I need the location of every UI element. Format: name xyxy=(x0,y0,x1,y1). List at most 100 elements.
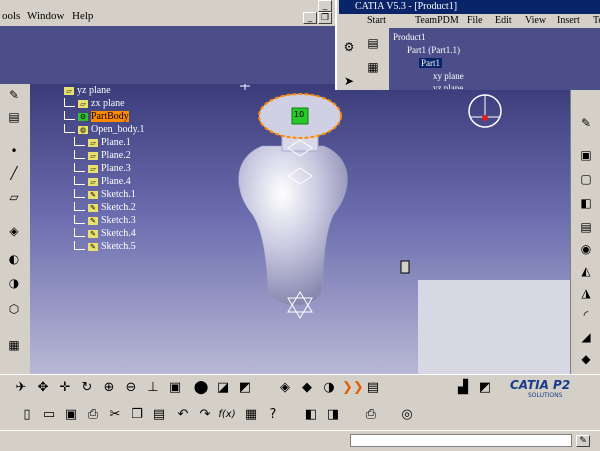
catia-product-tree: Product1 Part1 (Part1.1) Part1 xy plane … xyxy=(389,28,600,90)
menu-tools[interactable]: ools xyxy=(2,10,20,22)
wireframe-icon[interactable]: ◨ xyxy=(324,406,342,424)
tree-part[interactable]: Part1 xyxy=(419,58,442,68)
tree-item[interactable]: ✎ Sketch.2 xyxy=(74,202,136,213)
command-button[interactable]: ✎ xyxy=(576,435,590,447)
vase-body[interactable] xyxy=(238,145,348,306)
printer-setup-icon[interactable]: ⎙ xyxy=(362,406,380,424)
tree-item[interactable]: ▱ Plane.1 xyxy=(74,137,131,148)
tree-item[interactable]: ▱ zx plane xyxy=(64,98,125,109)
shell-icon[interactable]: ◆ xyxy=(576,350,596,368)
menu-tools[interactable]: To xyxy=(593,15,600,26)
menu-start[interactable]: Start xyxy=(367,15,386,26)
open-folder-icon[interactable]: ▭ xyxy=(40,406,58,424)
gear-icon[interactable]: ⚙ xyxy=(339,38,359,56)
rib-icon[interactable]: ◭ xyxy=(576,262,596,280)
fly-icon[interactable]: ✈ xyxy=(12,379,30,397)
render-style-icon[interactable]: ⬤ xyxy=(192,379,210,397)
rotate-icon[interactable]: ↻ xyxy=(78,379,96,397)
menu-file[interactable]: File xyxy=(467,15,483,26)
tree-item[interactable]: ▱ Plane.4 xyxy=(74,176,131,187)
standard-toolbar: ▯ ▭ ▣ ⎙ ✂ ❐ ▤ ↶ ↷ f(x) ▦ ? ◧ ◨ ⎙ ◎ xyxy=(0,402,600,430)
menu-edit[interactable]: Edit xyxy=(495,15,512,26)
menu-view[interactable]: View xyxy=(525,15,546,26)
analysis-icon[interactable]: ◩ xyxy=(476,379,494,397)
left-toolbar: ✎ ▤ • ╱ ▱ ◈ ◐ ◑ ⬡ ▦ xyxy=(0,84,31,374)
grey-panel xyxy=(418,280,570,374)
tree-item[interactable]: ◍ Open_body.1 xyxy=(64,124,145,135)
save-icon[interactable]: ▣ xyxy=(62,406,80,424)
shaft-icon[interactable]: ◧ xyxy=(576,194,596,212)
menu-help[interactable]: Help xyxy=(72,10,93,22)
normal-view-icon[interactable]: ⊥ xyxy=(144,379,162,397)
part-icon[interactable]: ◈ xyxy=(276,379,294,397)
loft-icon[interactable]: ⬡ xyxy=(4,300,24,318)
tree-item[interactable]: ▱ Plane.2 xyxy=(74,150,131,161)
menu-teampdm[interactable]: TeamPDM xyxy=(415,15,459,26)
sketch-icon[interactable]: ✎ xyxy=(4,86,24,104)
minimize-inner-button[interactable]: _ xyxy=(303,12,317,24)
line-icon[interactable]: ╱ xyxy=(4,164,24,182)
draft-icon[interactable]: ◢ xyxy=(576,328,596,346)
swap-space-icon[interactable]: ◩ xyxy=(236,379,254,397)
zoom-in-icon[interactable]: ⊕ xyxy=(100,379,118,397)
menu-window[interactable]: Window xyxy=(27,10,64,22)
copy-icon[interactable]: ❐ xyxy=(128,406,146,424)
views-icon[interactable]: ▣ xyxy=(166,379,184,397)
zoom-out-icon[interactable]: ⊖ xyxy=(122,379,140,397)
table-icon[interactable]: ▦ xyxy=(242,406,260,424)
marker-label: 10 xyxy=(294,110,305,119)
restore-button[interactable]: ❐ xyxy=(318,12,332,24)
material-icon[interactable]: ◆ xyxy=(298,379,316,397)
sweep-icon[interactable]: ◑ xyxy=(4,274,24,292)
command-input[interactable] xyxy=(350,434,572,447)
fit-all-icon[interactable]: ✥ xyxy=(34,379,52,397)
help-icon[interactable]: ? xyxy=(264,406,282,424)
redo-icon[interactable]: ↷ xyxy=(196,406,214,424)
tree-item[interactable]: ✎ Sketch.5 xyxy=(74,241,136,252)
catia-title: CATIA V5.3 - [Product1] xyxy=(355,1,458,12)
groove-icon[interactable]: ▤ xyxy=(576,218,596,236)
workbench-icon[interactable]: ◧ xyxy=(302,406,320,424)
tree-item[interactable]: ✎ Sketch.3 xyxy=(74,215,136,226)
minimize-button[interactable]: _ xyxy=(318,0,332,12)
tree-item[interactable]: ▱ Plane.3 xyxy=(74,163,131,174)
flame-icon[interactable]: ❯❯ xyxy=(342,379,364,397)
boolean-icon[interactable]: ▦ xyxy=(4,336,24,354)
revolve-icon[interactable]: ◐ xyxy=(4,250,24,268)
slot-icon[interactable]: ◮ xyxy=(576,284,596,302)
print-icon[interactable]: ⎙ xyxy=(84,406,102,424)
tree-product[interactable]: Product1 xyxy=(393,32,426,42)
tree-xy-plane[interactable]: xy plane xyxy=(433,71,464,81)
cut-icon[interactable]: ✂ xyxy=(106,406,124,424)
tree-item-partbody[interactable]: ⚙ PartBody xyxy=(64,111,129,122)
hide-show-icon[interactable]: ◪ xyxy=(214,379,232,397)
catalog-icon[interactable]: ▤ xyxy=(364,379,382,397)
undo-icon[interactable]: ↶ xyxy=(174,406,192,424)
extrude-icon[interactable]: ◈ xyxy=(4,222,24,240)
measure-icon[interactable]: ▟ xyxy=(454,379,472,397)
tree-part-instance[interactable]: Part1 (Part1.1) xyxy=(407,45,460,55)
layers-icon[interactable]: ▤ xyxy=(363,34,383,52)
edit-icon[interactable]: ✎ xyxy=(576,114,596,132)
fillet-icon[interactable]: ◜ xyxy=(576,306,596,324)
tree-yz-plane[interactable]: yz plane xyxy=(433,83,463,89)
shading-icon[interactable]: ◑ xyxy=(320,379,338,397)
tree-item[interactable]: ✎ Sketch.4 xyxy=(74,228,136,239)
formula-icon[interactable]: f(x) xyxy=(218,406,236,424)
menu-insert[interactable]: Insert xyxy=(557,15,580,26)
refresh-icon[interactable]: ◎ xyxy=(398,406,416,424)
hole-icon[interactable]: ◉ xyxy=(576,240,596,258)
catia-menu-bar: Start TeamPDM File Edit View Insert To xyxy=(339,14,600,28)
stack-icon[interactable]: ▦ xyxy=(363,58,383,76)
plane-icon[interactable]: ▱ xyxy=(4,188,24,206)
paste-icon[interactable]: ▤ xyxy=(150,406,168,424)
pocket-icon[interactable]: ▢ xyxy=(576,170,596,188)
point-icon[interactable]: • xyxy=(4,142,24,160)
pan-icon[interactable]: ✛ xyxy=(56,379,74,397)
pad-icon[interactable]: ▣ xyxy=(576,146,596,164)
new-file-icon[interactable]: ▯ xyxy=(18,406,36,424)
book-icon[interactable]: ▤ xyxy=(4,108,24,126)
tree-item[interactable]: ✎ Sketch.1 xyxy=(74,189,136,200)
tree-item[interactable]: ▱ yz plane xyxy=(64,85,111,96)
cursor-icon[interactable]: ➤ xyxy=(339,72,359,90)
